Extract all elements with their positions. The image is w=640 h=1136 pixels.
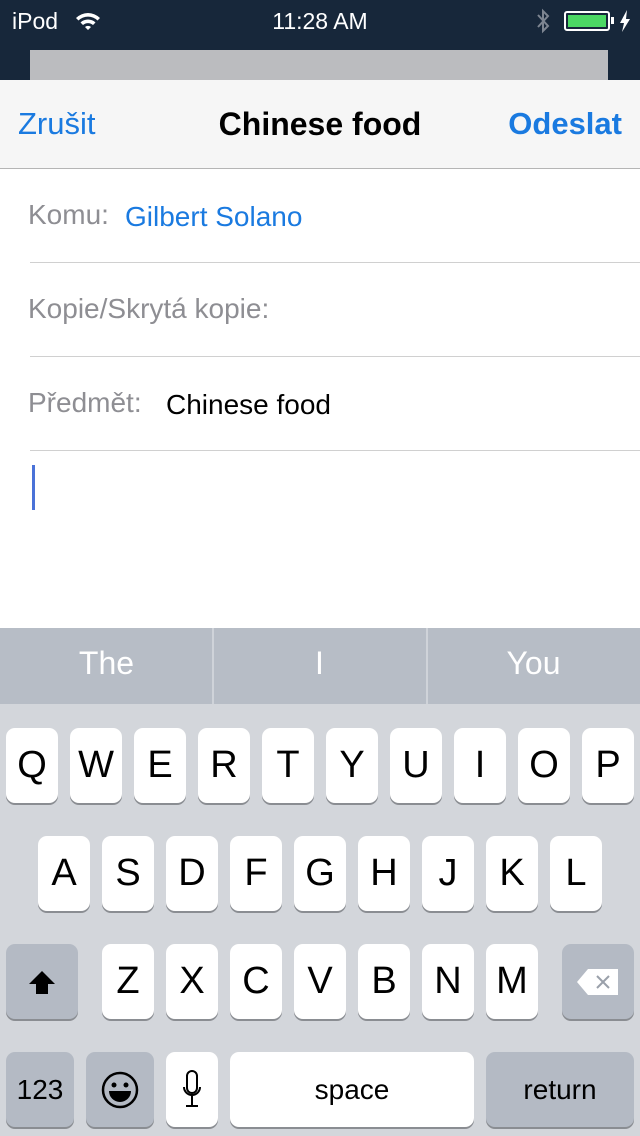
text-cursor — [32, 465, 35, 510]
numbers-key[interactable]: 123 — [6, 1052, 74, 1127]
key-b[interactable]: B — [358, 944, 410, 1019]
key-i[interactable]: I — [454, 728, 506, 803]
delete-key[interactable] — [562, 944, 634, 1019]
return-key[interactable]: return — [486, 1052, 634, 1127]
background-card — [30, 50, 608, 80]
key-k[interactable]: K — [486, 836, 538, 911]
key-u[interactable]: U — [390, 728, 442, 803]
key-h[interactable]: H — [358, 836, 410, 911]
emoji-key[interactable] — [86, 1052, 154, 1127]
key-t[interactable]: T — [262, 728, 314, 803]
keyboard: QWERTYUIOP ASDFGHJKL ZXCVBNM 123 space ret… — [0, 704, 640, 1136]
subject-input[interactable]: Chinese food — [166, 389, 331, 421]
key-l[interactable]: L — [550, 836, 602, 911]
subject-field[interactable]: Předmět: Chinese food — [28, 357, 640, 451]
suggestion-i[interactable]: I — [213, 628, 426, 704]
key-v[interactable]: V — [294, 944, 346, 1019]
key-f[interactable]: F — [230, 836, 282, 911]
subject-label: Předmět: — [28, 387, 142, 418]
shift-icon — [29, 971, 55, 994]
emoji-icon — [101, 1071, 139, 1109]
suggestion-you[interactable]: You — [427, 628, 640, 704]
to-field[interactable]: Komu: Gilbert Solano — [28, 169, 640, 263]
key-q[interactable]: Q — [6, 728, 58, 803]
key-s[interactable]: S — [102, 836, 154, 911]
key-e[interactable]: E — [134, 728, 186, 803]
key-w[interactable]: W — [70, 728, 122, 803]
key-a[interactable]: A — [38, 836, 90, 911]
key-r[interactable]: R — [198, 728, 250, 803]
to-label: Komu: — [28, 199, 109, 230]
battery-icon — [564, 11, 610, 31]
key-o[interactable]: O — [518, 728, 570, 803]
send-button[interactable]: Odeslat — [508, 106, 622, 142]
microphone-icon — [183, 1070, 201, 1107]
cc-bcc-field[interactable]: Kopie/Skrytá kopie: — [28, 263, 640, 357]
key-m[interactable]: M — [486, 944, 538, 1019]
key-z[interactable]: Z — [102, 944, 154, 1019]
cc-bcc-label: Kopie/Skrytá kopie: — [28, 293, 270, 324]
shift-key[interactable] — [6, 944, 78, 1019]
key-j[interactable]: J — [422, 836, 474, 911]
space-key[interactable]: space — [230, 1052, 474, 1127]
navigation-bar: Chinese food Zrušit Odeslat — [0, 80, 640, 169]
key-y[interactable]: Y — [326, 728, 378, 803]
key-p[interactable]: P — [582, 728, 634, 803]
key-d[interactable]: D — [166, 836, 218, 911]
recipient-token[interactable]: Gilbert Solano — [125, 201, 302, 233]
key-n[interactable]: N — [422, 944, 474, 1019]
charging-icon — [620, 10, 630, 32]
key-c[interactable]: C — [230, 944, 282, 1019]
message-body[interactable] — [0, 451, 640, 628]
key-x[interactable]: X — [166, 944, 218, 1019]
delete-icon — [577, 969, 618, 995]
suggestion-the[interactable]: The — [0, 628, 213, 704]
bluetooth-icon — [537, 8, 550, 34]
predictive-bar: The I You — [0, 628, 640, 704]
cancel-button[interactable]: Zrušit — [18, 106, 96, 142]
dictation-key[interactable] — [166, 1052, 218, 1127]
key-g[interactable]: G — [294, 836, 346, 911]
